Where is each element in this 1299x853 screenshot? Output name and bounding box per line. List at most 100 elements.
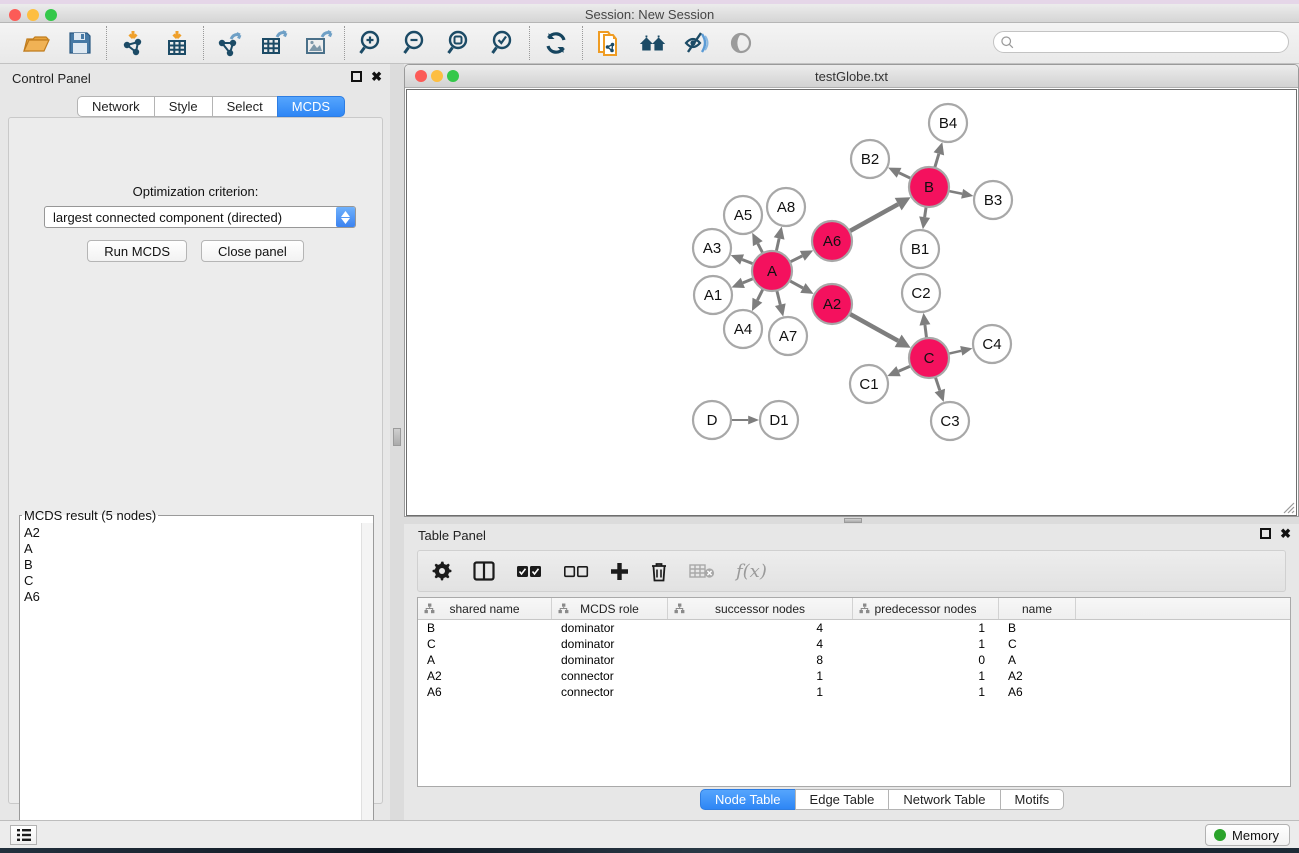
node-table[interactable]: shared nameMCDS rolesuccessor nodesprede… — [417, 597, 1291, 787]
tab-select[interactable]: Select — [212, 96, 278, 117]
zoom-fit-button[interactable] — [444, 28, 474, 58]
export-image-button[interactable] — [303, 28, 333, 58]
graph-edge — [949, 191, 963, 194]
graph-node-A[interactable]: A — [752, 251, 792, 291]
tab-mcds[interactable]: MCDS — [277, 96, 345, 117]
graph-node-D1[interactable]: D1 — [760, 401, 798, 439]
duplicate-network-button[interactable] — [594, 28, 624, 58]
close-panel-button[interactable]: Close panel — [201, 240, 304, 262]
tab-style[interactable]: Style — [154, 96, 213, 117]
column-header-predecessor-nodes[interactable]: predecessor nodes — [853, 598, 999, 619]
table-row[interactable]: Adominator80A — [418, 652, 1290, 668]
split-columns-button[interactable] — [473, 561, 495, 581]
graph-node-A2[interactable]: A2 — [812, 284, 852, 324]
graph-node-label: C3 — [940, 413, 959, 430]
splitter-grip[interactable] — [393, 428, 401, 446]
graph-node-B1[interactable]: B1 — [901, 230, 939, 268]
zoom-out-button[interactable] — [400, 28, 430, 58]
show-eye-button[interactable] — [726, 28, 756, 58]
float-panel-icon[interactable] — [351, 71, 362, 82]
resize-grip-icon[interactable] — [1282, 501, 1295, 514]
table-cell: A — [418, 652, 552, 668]
tab-motifs[interactable]: Motifs — [1000, 789, 1065, 810]
export-network-button[interactable] — [215, 28, 245, 58]
criterion-select[interactable]: largest connected component (directed) — [44, 206, 356, 228]
search-input[interactable] — [993, 31, 1289, 53]
task-history-button[interactable] — [10, 825, 37, 845]
table-row[interactable]: Bdominator41B — [418, 620, 1290, 636]
select-all-button[interactable] — [516, 565, 542, 578]
save-session-button[interactable] — [65, 28, 95, 58]
graph-node-C[interactable]: C — [909, 338, 949, 378]
graph-node-A7[interactable]: A7 — [769, 317, 807, 355]
splitter-grip[interactable] — [844, 518, 862, 523]
memory-button[interactable]: Memory — [1205, 824, 1290, 846]
deselect-all-button[interactable] — [563, 565, 589, 578]
refresh-button[interactable] — [541, 28, 571, 58]
import-table-button[interactable] — [162, 28, 192, 58]
mcds-result-item[interactable]: A6 — [24, 589, 361, 605]
graph-node-label: B1 — [911, 241, 929, 258]
graph-edge — [758, 244, 763, 254]
mcds-panel: Optimization criterion: largest connecte… — [8, 117, 383, 804]
function-builder-button[interactable]: f(x) — [736, 561, 767, 582]
result-scrollbar[interactable] — [361, 523, 373, 850]
graph-node-A4[interactable]: A4 — [724, 310, 762, 348]
mcds-result-item[interactable]: A2 — [24, 525, 361, 541]
zoom-selected-icon — [489, 29, 517, 57]
table-row[interactable]: Cdominator41C — [418, 636, 1290, 652]
column-header-MCDS-role[interactable]: MCDS role — [552, 598, 668, 619]
network-canvas[interactable]: B4 B2 B B3 A8A5 A6 A3 B1 A A1 C2 A2 A4A7 C4 C C1 C3 D D1 — [406, 89, 1297, 516]
graph-node-B[interactable]: B — [909, 167, 949, 207]
delete-button[interactable] — [650, 561, 668, 582]
open-file-button[interactable] — [21, 28, 51, 58]
export-table-button[interactable] — [259, 28, 289, 58]
mcds-result-item[interactable]: A — [24, 541, 361, 557]
hide-panels-button[interactable] — [682, 28, 712, 58]
float-panel-icon[interactable] — [1260, 528, 1271, 539]
delete-table-button[interactable] — [689, 563, 715, 579]
graph-edge-arrow-icon — [919, 216, 930, 229]
zoom-in-button[interactable] — [356, 28, 386, 58]
table-row[interactable]: A6connector11A6 — [418, 684, 1290, 700]
zoom-selected-button[interactable] — [488, 28, 518, 58]
graph-node-B4[interactable]: B4 — [929, 104, 967, 142]
table-cell: B — [999, 620, 1076, 636]
horizontal-splitter[interactable] — [404, 517, 1299, 524]
graph-node-C1[interactable]: C1 — [850, 365, 888, 403]
run-mcds-button[interactable]: Run MCDS — [87, 240, 187, 262]
tab-network-table[interactable]: Network Table — [888, 789, 1000, 810]
control-panel-title: Control Panel — [12, 71, 91, 86]
close-panel-icon[interactable]: ✖ — [1280, 528, 1291, 539]
vertical-splitter[interactable] — [390, 64, 404, 820]
tab-node-table[interactable]: Node Table — [700, 789, 796, 810]
graph-node-A8[interactable]: A8 — [767, 188, 805, 226]
graph-node-A5[interactable]: A5 — [724, 196, 762, 234]
column-header-successor-nodes[interactable]: successor nodes — [668, 598, 853, 619]
graph-node-C2[interactable]: C2 — [902, 274, 940, 312]
graph-node-A6[interactable]: A6 — [812, 221, 852, 261]
gear-button[interactable] — [432, 561, 452, 581]
graph-node-A1[interactable]: A1 — [694, 276, 732, 314]
table-cell: 1 — [853, 668, 999, 684]
import-network-button[interactable] — [118, 28, 148, 58]
cybrowser-home-button[interactable] — [638, 28, 668, 58]
graph-edge-arrow-icon — [748, 416, 759, 425]
graph-node-B2[interactable]: B2 — [851, 140, 889, 178]
add-column-button[interactable] — [610, 562, 629, 581]
close-panel-icon[interactable]: ✖ — [371, 71, 382, 82]
graph-node-C4[interactable]: C4 — [973, 325, 1011, 363]
graph-node-C3[interactable]: C3 — [931, 402, 969, 440]
tab-network[interactable]: Network — [77, 96, 155, 117]
column-header-name[interactable]: name — [999, 598, 1076, 619]
mcds-result-box: MCDS result (5 nodes) A2ABCA6 — [19, 508, 374, 851]
table-row[interactable]: A2connector11A2 — [418, 668, 1290, 684]
graph-node-D[interactable]: D — [693, 401, 731, 439]
mcds-result-item[interactable]: B — [24, 557, 361, 573]
graph-node-B3[interactable]: B3 — [974, 181, 1012, 219]
tab-edge-table[interactable]: Edge Table — [795, 789, 890, 810]
column-header-shared-name[interactable]: shared name — [418, 598, 552, 619]
graph-edge-arrow-icon — [919, 313, 930, 326]
graph-node-A3[interactable]: A3 — [693, 229, 731, 267]
mcds-result-item[interactable]: C — [24, 573, 361, 589]
